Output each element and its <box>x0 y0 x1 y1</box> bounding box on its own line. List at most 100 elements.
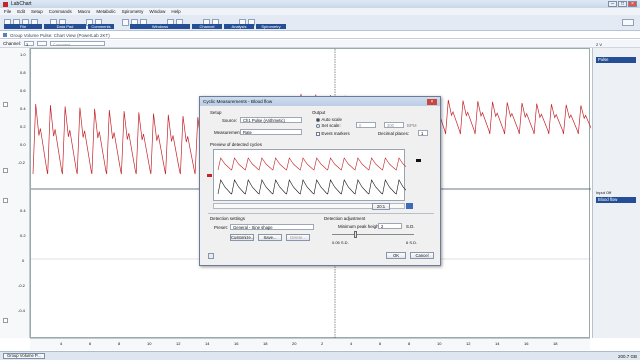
measurement-select[interactable]: Rate <box>240 129 302 135</box>
ribbon-group-labels: File Data Pad Comments Windows Channel A… <box>0 24 640 30</box>
right-panel-top <box>592 48 640 187</box>
app-icon <box>3 1 8 7</box>
preset-label: Preset: <box>214 225 228 230</box>
customize-button[interactable]: Customize... <box>230 234 254 241</box>
document-icon <box>3 33 7 37</box>
preview-traces <box>217 157 409 195</box>
scale-down-button[interactable] <box>3 168 8 173</box>
scale-unit: BPM <box>407 123 417 128</box>
status-disk: 200.7 GB <box>617 353 637 359</box>
group-windows: Windows <box>130 24 190 29</box>
dialog-title-bar: Cyclic Measurements - Blood flow × <box>200 97 440 106</box>
cancel-button[interactable]: Cancel <box>410 252 434 259</box>
menu-macro[interactable]: Macro <box>78 9 91 14</box>
measurement-value: Rate <box>243 130 252 135</box>
y-tick: 0.2 <box>20 233 26 238</box>
min-peak-slider-thumb[interactable] <box>354 231 357 238</box>
output-color-swatch <box>416 159 421 162</box>
x-tick: 20 <box>292 341 297 346</box>
y-tick: 0.8 <box>20 70 26 75</box>
group-channel: Channel <box>192 24 222 29</box>
channel-label: Channel: <box>3 41 22 46</box>
measurement-label: Measurement: <box>214 130 243 135</box>
menu-setup[interactable]: Setup <box>31 9 43 14</box>
y-tick: 0.4 <box>20 106 26 111</box>
minimize-button[interactable]: – <box>608 1 617 7</box>
x-tick: 18 <box>263 341 268 346</box>
scale-up-button[interactable] <box>3 102 8 107</box>
channel-number[interactable] <box>37 41 48 46</box>
y-tick: -0.2 <box>18 160 25 165</box>
title-bar: LabChart – □ × <box>0 0 640 8</box>
x-axis-panel: 4 6 8 10 12 14 16 18 20 2 4 6 8 10 12 14 16 18 <box>30 338 590 350</box>
menu-help[interactable]: Help <box>171 9 180 14</box>
source-select[interactable]: Ch1 Pulse (Arithmetic) <box>240 117 302 123</box>
preview-zoom[interactable]: 20:1 <box>372 203 390 210</box>
menu-file[interactable]: File <box>4 9 11 14</box>
x-tick: 4 <box>60 341 63 346</box>
slider-max-label: 6 S.D. <box>406 240 418 245</box>
input-off-label: Input Off <box>596 190 612 195</box>
x-tick: 12 <box>176 341 181 346</box>
channel-pulse-tag[interactable]: Pulse <box>596 57 636 63</box>
scale-up-button-2[interactable] <box>3 198 8 203</box>
app-title: LabChart <box>11 1 32 7</box>
x-tick: 18 <box>553 341 558 346</box>
help-icon[interactable] <box>208 253 214 259</box>
x-tick: 6 <box>89 341 92 346</box>
preview-chart[interactable] <box>213 149 409 201</box>
delete-button[interactable]: Delete... <box>286 234 310 241</box>
min-peak-input[interactable]: 2 <box>378 223 402 229</box>
y-axis-panel: 1.0 0.8 0.6 0.4 0.2 0.0 -0.2 0.4 0.2 0 -… <box>0 48 30 338</box>
trace-color-swatch <box>207 174 212 177</box>
taskbar-document-button[interactable]: Group Volume P... <box>3 353 45 359</box>
save-button[interactable]: Save... <box>258 234 282 241</box>
channel-dropdown[interactable]: 3 <box>24 41 35 47</box>
status-bar: Group Volume P... 200.7 GB <box>0 351 640 360</box>
menu-window[interactable]: Window <box>149 9 165 14</box>
menu-bar: File Edit Setup Commands Macro Metabolic… <box>0 8 640 15</box>
source-value: Ch1 Pulse (Arithmetic) <box>243 118 285 123</box>
menu-metabolic[interactable]: Metabolic <box>96 9 115 14</box>
x-tick: 14 <box>205 341 210 346</box>
x-tick: 4 <box>350 341 353 346</box>
menu-edit[interactable]: Edit <box>17 9 25 14</box>
menu-spirometry[interactable]: Spirometry <box>122 9 144 14</box>
preset-value: General - Sine shape <box>233 225 273 230</box>
ok-button[interactable]: OK <box>386 252 406 259</box>
scale-from-input[interactable]: 0 <box>356 122 376 128</box>
cyclic-measurements-dialog: Cyclic Measurements - Blood flow × Setup… <box>199 96 441 266</box>
y-tick: 0.6 <box>20 88 26 93</box>
preview-play-button[interactable] <box>406 203 413 209</box>
set-scale-radio[interactable]: Set scale: <box>316 123 341 129</box>
scale-to-input[interactable]: 300 <box>384 122 404 128</box>
channel-bloodflow-tag[interactable]: Blood flow <box>596 197 636 203</box>
group-datapad: Data Pad <box>44 24 86 29</box>
dialog-close-button[interactable]: × <box>427 98 437 105</box>
min-peak-slider-track[interactable] <box>332 234 414 235</box>
y-tick: 0 <box>22 258 25 263</box>
comment-input[interactable]: Comment <box>50 41 106 47</box>
menu-commands[interactable]: Commands <box>49 9 72 14</box>
channel-bar: Channel: 3 Comment <box>0 40 640 48</box>
event-markers-label: Event markers <box>321 131 350 136</box>
y-tick: 0.0 <box>20 142 26 147</box>
event-markers-checkbox[interactable]: Event markers <box>316 131 350 137</box>
x-tick: 12 <box>466 341 471 346</box>
min-peak-label: Minimum peak height: <box>338 224 381 229</box>
document-title: Group Volume Pulse: Chart View (PowerLab… <box>10 32 110 38</box>
detection-adjustment-heading: Detection adjustment <box>324 216 366 221</box>
channel-value: 3 <box>26 42 29 47</box>
detection-settings-heading: Detection settings <box>210 216 245 221</box>
scale-down-button-2[interactable] <box>3 318 8 323</box>
preset-select[interactable]: General - Sine shape <box>230 224 314 230</box>
decimal-places-label: Decimal places: <box>378 131 409 136</box>
x-tick: 10 <box>147 341 152 346</box>
y-tick: 0.2 <box>20 124 26 129</box>
decimal-places-input[interactable]: 1 <box>418 130 428 136</box>
maximize-button[interactable]: □ <box>618 1 627 7</box>
close-window-button[interactable]: × <box>628 1 637 7</box>
auto-scale-label: Auto scale <box>321 117 342 122</box>
source-label: Source: <box>222 118 238 123</box>
min-peak-unit: S.D. <box>406 224 415 229</box>
